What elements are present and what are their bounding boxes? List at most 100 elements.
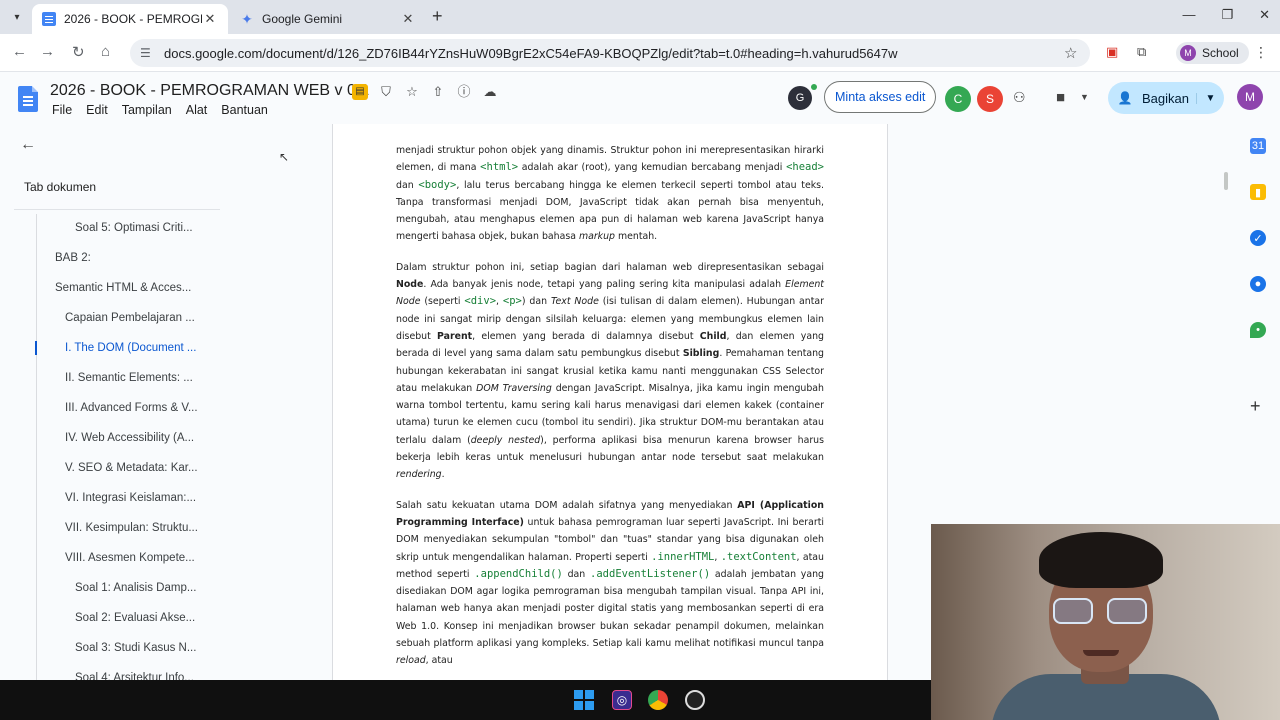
extension-icon[interactable]: ▣	[1106, 44, 1118, 60]
active-marker	[35, 341, 37, 355]
menu-view[interactable]: Tampilan	[122, 103, 172, 117]
outline-item[interactable]: V. SEO & Metadata: Kar...	[65, 462, 198, 474]
gemini-icon: ✦	[241, 11, 253, 27]
windows-start-icon[interactable]	[574, 690, 594, 710]
webcam-person-hair	[1039, 532, 1163, 588]
outline-item[interactable]: Soal 2: Evaluasi Akse...	[75, 612, 195, 624]
outline-item[interactable]: II. Semantic Elements: ...	[65, 372, 193, 384]
move-icon[interactable]: ⇧	[430, 84, 446, 100]
outline-item[interactable]: Semantic HTML & Acces...	[55, 282, 191, 294]
profile-label: School	[1202, 46, 1239, 60]
outline-item[interactable]: IV. Web Accessibility (A...	[65, 432, 194, 444]
url-text: docs.google.com/document/d/126_ZD76IB44r…	[164, 45, 898, 61]
close-icon[interactable]: ✕	[202, 11, 218, 27]
back-icon[interactable]: ←	[12, 43, 27, 60]
tab-title: Google Gemini	[262, 12, 343, 26]
paragraph: Salah satu kekuatan utama DOM adalah sif…	[396, 499, 825, 667]
menu-edit[interactable]: Edit	[86, 103, 108, 117]
meet-camera-icon[interactable]: ■	[1056, 89, 1065, 106]
outline-item[interactable]: Soal 1: Analisis Damp...	[75, 582, 196, 594]
outline-item[interactable]: VIII. Asesmen Kompete...	[65, 552, 195, 564]
paragraph: menjadi struktur pohon objek yang dinami…	[396, 145, 825, 243]
outline-rail	[36, 214, 37, 680]
outline-item[interactable]: VII. Kesimpulan: Struktu...	[65, 522, 198, 534]
outline-item[interactable]: III. Advanced Forms & V...	[65, 402, 198, 414]
shield-icon[interactable]: ⛉	[378, 84, 394, 100]
browser-tab-strip: ▾ 2026 - BOOK - PEMROGRAMAN WEB v 0.1 - …	[0, 0, 1280, 34]
app-icon[interactable]: ◎	[612, 690, 632, 710]
reload-icon[interactable]: ↻	[72, 43, 85, 61]
docs-header: 2026 - BOOK - PEMROGRAMAN WEB v 0.1 ▤ ⛉ …	[0, 72, 1280, 124]
maps-icon[interactable]: •	[1250, 322, 1266, 338]
star-icon[interactable]: ☆	[404, 84, 420, 100]
tasks-icon[interactable]: ✓	[1250, 230, 1266, 246]
new-tab-icon[interactable]: +	[432, 6, 443, 27]
profile-chip[interactable]: M School	[1176, 42, 1249, 64]
gemini-button[interactable]: G	[788, 86, 812, 110]
info-icon[interactable]: ⓘ	[456, 84, 472, 100]
address-bar[interactable]: ☰ docs.google.com/document/d/126_ZD76IB4…	[130, 39, 1090, 67]
avatar[interactable]: M	[1237, 84, 1263, 110]
extensions-puzzle-icon[interactable]: ⧉	[1137, 44, 1146, 60]
webcam-glasses	[1107, 598, 1147, 624]
title-icons: ▤ ⛉ ☆ ⇧ ⓘ ☁	[352, 84, 498, 100]
mouse-cursor-icon: ↖	[279, 150, 290, 164]
tab-search-icon[interactable]: ▾	[6, 6, 28, 28]
bookmark-star-icon[interactable]: ☆	[1064, 44, 1090, 62]
calendar-icon[interactable]: 31	[1250, 138, 1266, 154]
share-label: Bagikan	[1142, 90, 1189, 106]
tab-title: 2026 - BOOK - PEMROGRAMAN WEB v 0.1 - Go…	[64, 12, 202, 26]
minimize-icon[interactable]: —	[1182, 7, 1195, 23]
scrollbar-thumb[interactable]	[1224, 172, 1228, 190]
paragraph: Dalam struktur pohon ini, setiap bagian …	[396, 261, 825, 481]
outline-item[interactable]: Capaian Pembelajaran ...	[65, 312, 195, 324]
document-page[interactable]: menjadi struktur pohon objek yang dinami…	[332, 124, 888, 680]
document-body[interactable]: menjadi struktur pohon objek yang dinami…	[396, 142, 824, 680]
divider	[14, 209, 220, 210]
add-icon[interactable]: +	[1250, 396, 1261, 417]
chevron-down-icon[interactable]: ▼	[1196, 92, 1224, 104]
taskbar: ◎	[0, 680, 931, 720]
docs-icon	[42, 12, 56, 26]
collaborator-avatar[interactable]: C	[945, 86, 971, 112]
cloud-status-icon[interactable]: ☁	[482, 84, 498, 100]
status-dot	[811, 84, 817, 90]
outline-item[interactable]: VI. Integrasi Keislaman:...	[65, 492, 196, 504]
offline-badge-icon[interactable]: ▤	[352, 84, 368, 100]
menu-help[interactable]: Bantuan	[221, 103, 268, 117]
outline-item[interactable]: Soal 5: Optimasi Criti...	[75, 222, 193, 234]
document-outline: ← Tab dokumen Soal 5: Optimasi Criti... …	[0, 124, 332, 684]
menu-tools[interactable]: Alat	[186, 103, 208, 117]
outline-item-active[interactable]: I. The DOM (Document ...	[65, 342, 196, 354]
home-icon[interactable]: ⌂	[101, 43, 110, 60]
contacts-icon[interactable]: ●	[1250, 276, 1266, 292]
window-controls: — ❐ ✕	[1182, 7, 1270, 23]
maximize-icon[interactable]: ❐	[1221, 7, 1233, 23]
chrome-icon[interactable]	[648, 690, 668, 710]
site-info-icon[interactable]: ☰	[140, 46, 154, 60]
outline-header: Tab dokumen	[24, 180, 97, 194]
close-icon[interactable]: ✕	[400, 11, 416, 27]
close-window-icon[interactable]: ✕	[1259, 7, 1270, 23]
obs-icon[interactable]	[685, 690, 705, 710]
request-edit-button[interactable]: Minta akses edit	[824, 81, 937, 113]
tab-docs[interactable]: 2026 - BOOK - PEMROGRAMAN WEB v 0.1 - Go…	[32, 4, 228, 34]
keep-icon[interactable]: ▮	[1250, 184, 1266, 200]
activity-icon[interactable]: ⚇	[1013, 89, 1026, 106]
document-title[interactable]: 2026 - BOOK - PEMROGRAMAN WEB v 0.1	[50, 82, 369, 100]
webcam-glasses	[1053, 598, 1093, 624]
docs-logo-icon[interactable]	[18, 86, 38, 112]
menu-file[interactable]: File	[52, 103, 72, 117]
outline-item[interactable]: BAB 2:	[55, 252, 91, 264]
forward-icon[interactable]: →	[40, 43, 55, 60]
webcam-overlay	[931, 524, 1280, 720]
chevron-down-icon[interactable]: ▼	[1080, 92, 1089, 102]
browser-menu-icon[interactable]: ⋮	[1254, 44, 1268, 61]
tab-gemini[interactable]: ✦ Google Gemini ✕	[230, 4, 426, 34]
collaborator-avatar[interactable]: S	[977, 86, 1003, 112]
people-icon: 👤	[1117, 91, 1133, 105]
profile-avatar: M	[1180, 45, 1196, 61]
share-button[interactable]: 👤 Bagikan ▼	[1108, 82, 1224, 114]
back-arrow-icon[interactable]: ←	[20, 136, 36, 154]
outline-item[interactable]: Soal 3: Studi Kasus N...	[75, 642, 196, 654]
